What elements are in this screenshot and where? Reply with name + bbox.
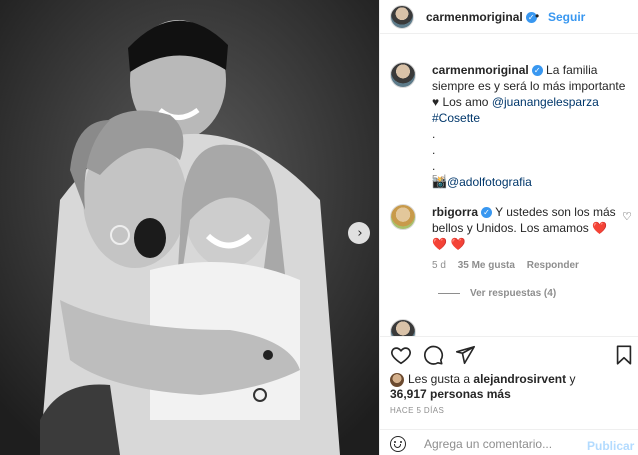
comment-meta: 5 d 35 Me gusta Responder: [432, 260, 588, 271]
next-photo-button[interactable]: ›: [348, 222, 370, 244]
likes-count[interactable]: 36,917 personas más: [390, 387, 511, 401]
author-username[interactable]: carmenmoriginal ✓: [426, 10, 537, 24]
smiley-icon[interactable]: [390, 436, 406, 452]
comment-input[interactable]: [424, 437, 584, 451]
post-timestamp[interactable]: HACE 5 DÍAS: [390, 406, 444, 415]
author-username-text[interactable]: carmenmoriginal: [426, 10, 523, 24]
mention-link[interactable]: @juanangelesparza: [492, 95, 599, 109]
post-header: carmenmoriginal ✓ • Seguir: [380, 0, 638, 34]
commenter-username[interactable]: rbigorra: [432, 205, 478, 219]
caption-dot-1: .: [432, 127, 436, 141]
caption-dot-2: .: [432, 143, 436, 157]
verified-badge-icon: ✓: [531, 65, 543, 77]
liker-username[interactable]: alejandrosirvent: [473, 372, 566, 386]
comment-text: rbigorra ✓ Y ustedes son los más bellos y…: [432, 204, 617, 252]
photographer-link[interactable]: @adolfotografia: [447, 175, 532, 189]
hashtag-link[interactable]: #Cosette: [432, 111, 480, 125]
bookmark-icon[interactable]: [613, 344, 635, 366]
add-comment-bar: Publicar: [380, 429, 638, 455]
follow-button[interactable]: Seguir: [548, 10, 585, 24]
family-photo-illustration: [0, 0, 379, 455]
view-replies-button[interactable]: Ver respuestas (4): [438, 288, 556, 299]
commenter-avatar[interactable]: [390, 319, 416, 336]
heart-outline-icon[interactable]: [390, 344, 412, 366]
comment-time[interactable]: 5 d: [432, 260, 446, 271]
reply-button[interactable]: Responder: [527, 260, 579, 271]
publish-button[interactable]: Publicar: [587, 439, 634, 453]
comments-list[interactable]: carmenmoriginal ✓ La familia siempre es y…: [380, 52, 638, 336]
liker-avatar: [390, 372, 404, 387]
comment-like-heart-icon[interactable]: ♡: [622, 210, 632, 223]
verified-badge-icon: ✓: [481, 207, 493, 219]
comment-likes[interactable]: 35 Me gusta: [458, 260, 515, 271]
separator-dot: •: [535, 9, 540, 23]
likes-conjunction: y: [569, 372, 576, 386]
paper-plane-icon[interactable]: [454, 344, 476, 366]
replies-divider: [438, 292, 460, 294]
post-side-panel: carmenmoriginal ✓ • Seguir carmenmorigina…: [379, 0, 638, 455]
caption-time[interactable]: 5 d: [432, 174, 446, 185]
caption-text: carmenmoriginal ✓ La familia siempre es y…: [432, 62, 632, 190]
commenter-avatar[interactable]: [390, 204, 416, 230]
caption-avatar[interactable]: [390, 62, 416, 88]
author-avatar[interactable]: [390, 5, 414, 29]
post-photo[interactable]: ›: [0, 0, 379, 455]
next-comment-partial: [390, 319, 630, 336]
caption-username[interactable]: carmenmoriginal: [432, 63, 529, 77]
action-bar: [380, 336, 638, 366]
comment-bubble-icon[interactable]: [422, 344, 444, 366]
chevron-right-icon: ›: [357, 225, 363, 241]
caption-dot-3: .: [432, 159, 436, 173]
likes-prefix: Les gusta a: [408, 372, 471, 386]
likes-summary: Les gusta a alejandrosirvent y 36,917 pe…: [390, 372, 575, 402]
